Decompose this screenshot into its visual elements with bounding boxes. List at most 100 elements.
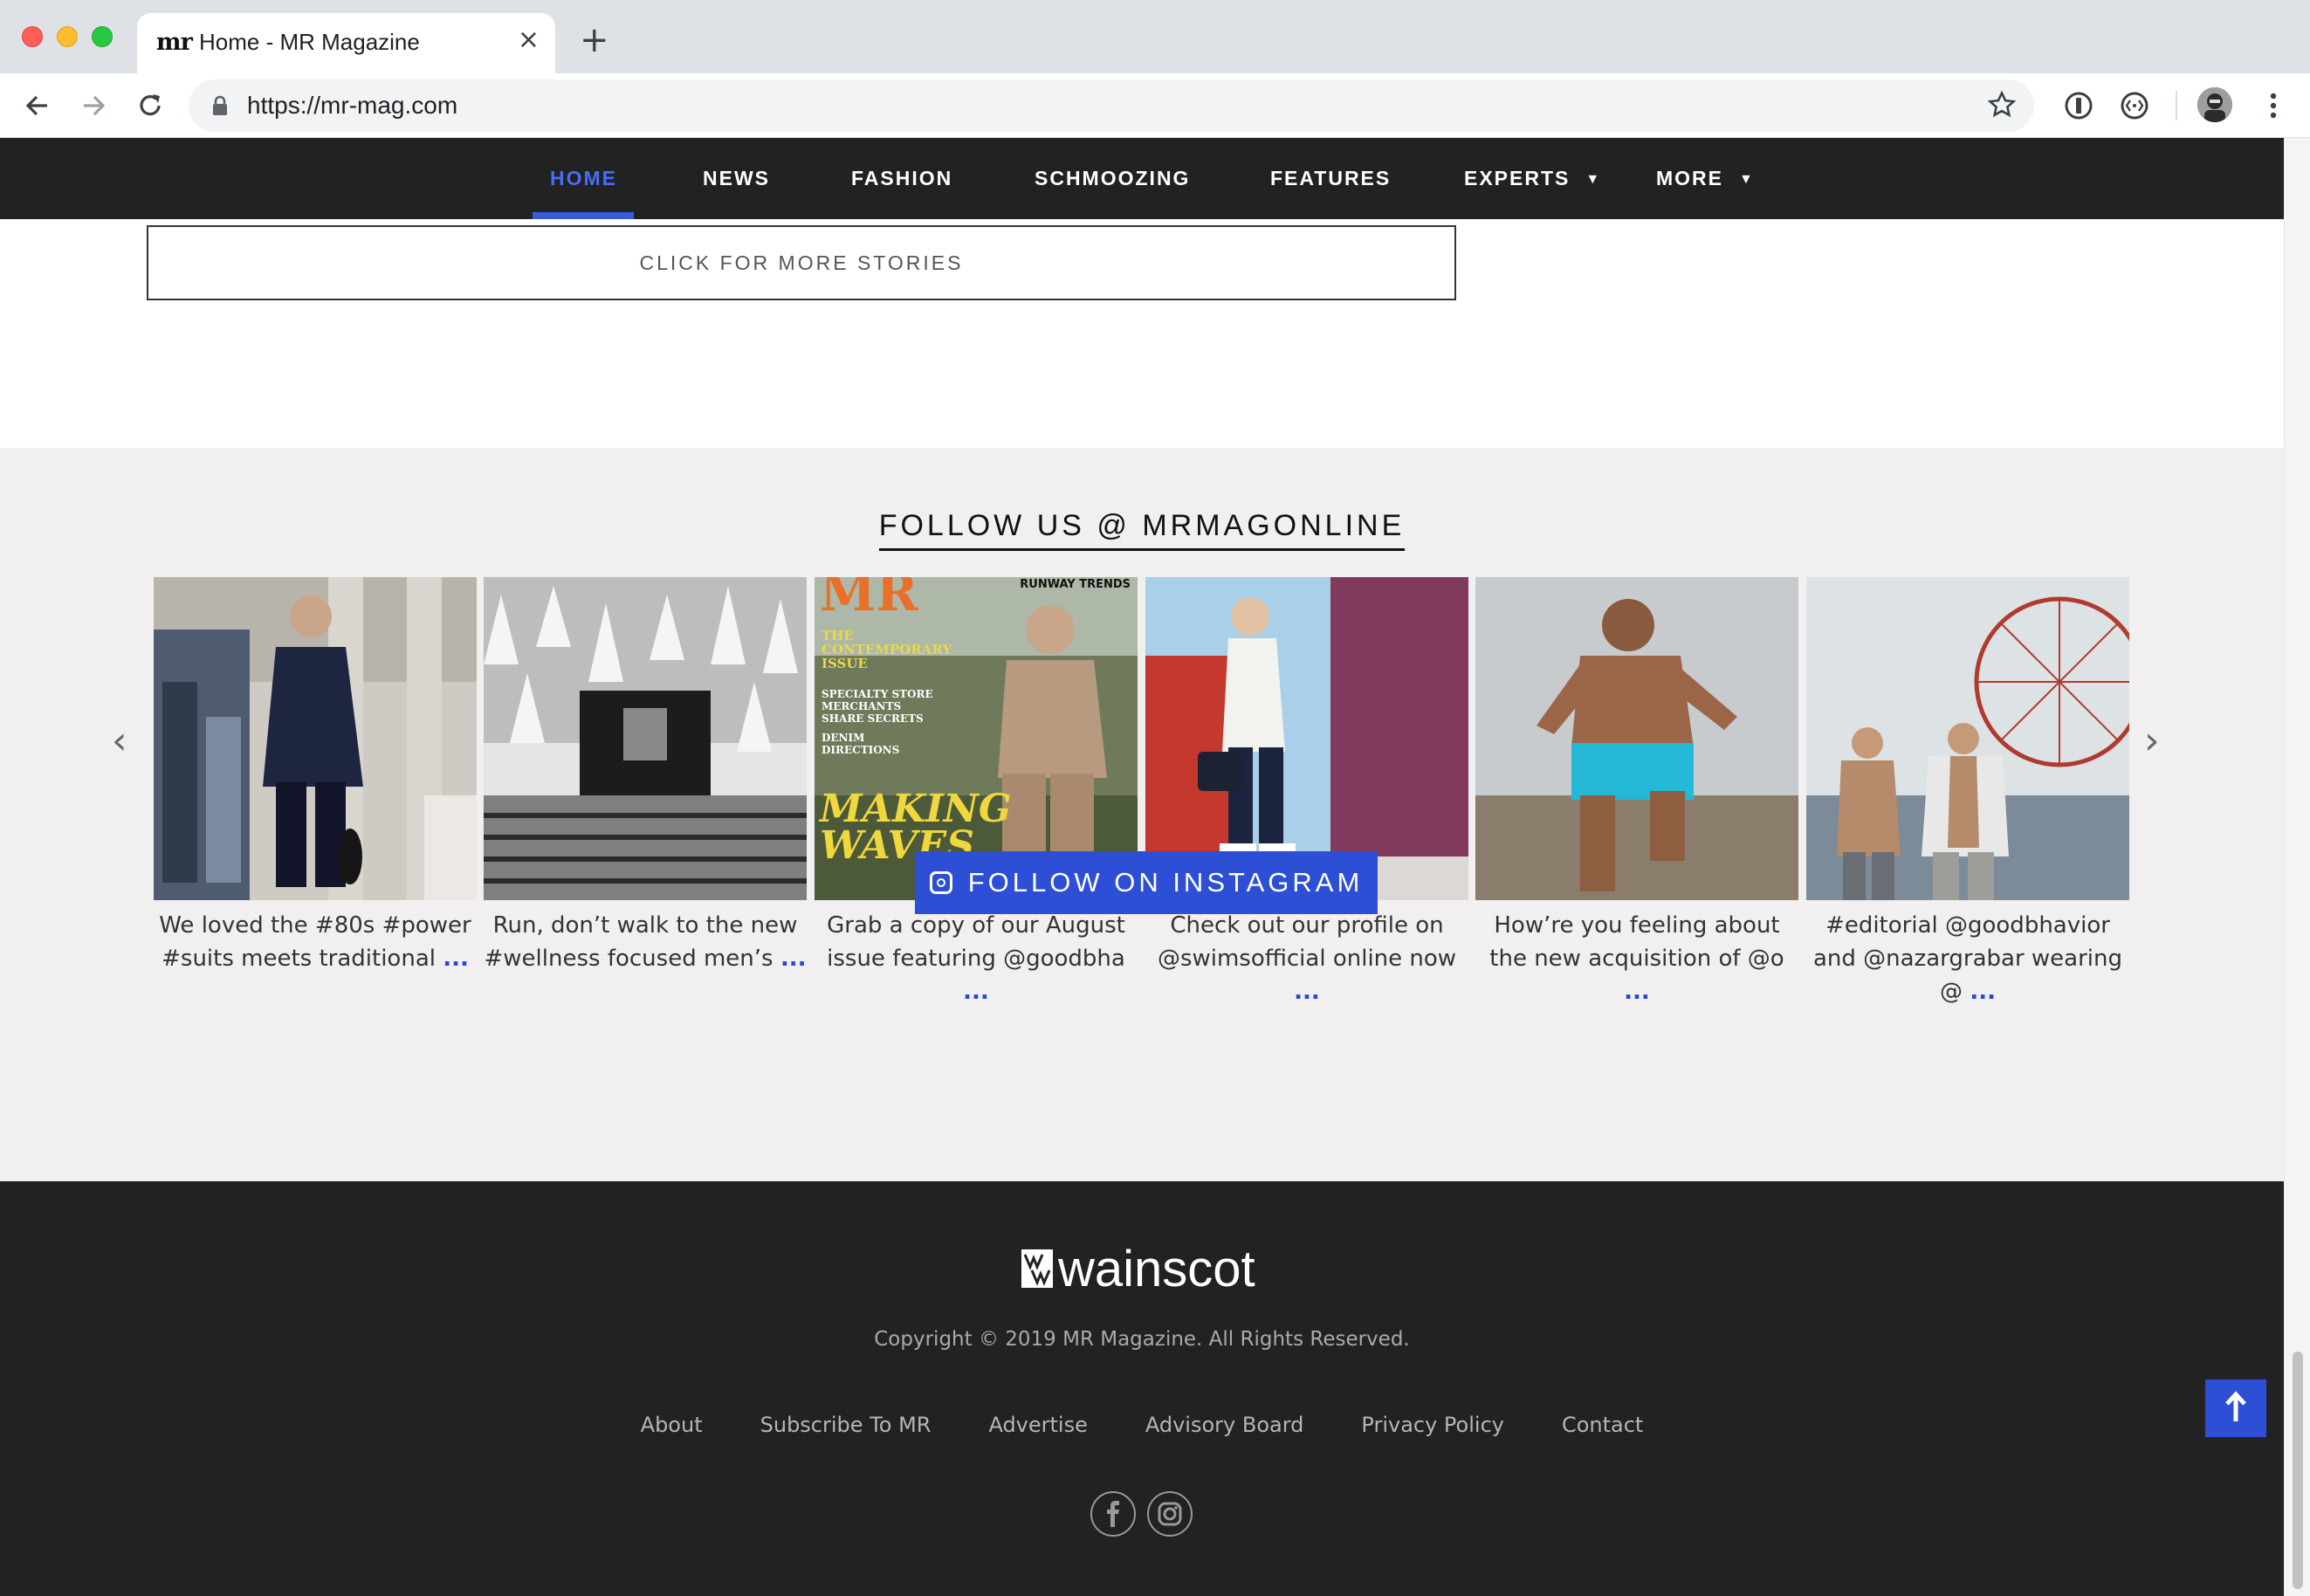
- instagram-post-image[interactable]: [154, 577, 477, 900]
- instagram-post-image[interactable]: [1475, 577, 1798, 900]
- address-bar[interactable]: https://mr-mag.com: [189, 79, 2034, 132]
- tab-title: Home - MR Magazine: [199, 29, 420, 55]
- back-to-top-button[interactable]: [2205, 1379, 2266, 1437]
- nav-news[interactable]: NEWS: [703, 167, 770, 190]
- password-manager-icon[interactable]: [2062, 89, 2095, 122]
- cover-line: DENIM: [822, 732, 864, 744]
- profile-avatar[interactable]: [2197, 87, 2232, 122]
- nav-schmoozing[interactable]: SCHMOOZING: [1035, 167, 1190, 190]
- store-interior-photo: [484, 577, 807, 900]
- instagram-link[interactable]: [1147, 1491, 1193, 1537]
- instagram-icon: [929, 871, 952, 894]
- window-minimize-button[interactable]: [57, 26, 78, 47]
- footer-link-advisory-board[interactable]: Advisory Board: [1145, 1413, 1304, 1437]
- caption-text: We loved the #80s #power #suits meets tr…: [159, 912, 471, 972]
- footer-link-advertise[interactable]: Advertise: [988, 1413, 1087, 1437]
- back-arrow-icon[interactable]: [21, 89, 54, 122]
- cover-line: SHARE SECRETS: [822, 712, 924, 725]
- cover-line: DIRECTIONS: [822, 744, 899, 756]
- instagram-post-image[interactable]: [1806, 577, 2129, 900]
- footer-link-contact[interactable]: Contact: [1562, 1413, 1643, 1437]
- instagram-post[interactable]: How’re you feeling about the new acquisi…: [1475, 577, 1798, 1008]
- chevron-down-icon: ▼: [1585, 172, 1602, 187]
- facebook-icon: [1107, 1501, 1119, 1527]
- toolbar-divider: [2176, 91, 2177, 120]
- instagram-post[interactable]: Check out our profile on @swimsofficial …: [1145, 577, 1468, 1008]
- site-nav: HOME NEWS FASHION SCHMOOZING FEATURES EX…: [0, 138, 2284, 219]
- nav-active-indicator: [533, 212, 634, 219]
- instagram-post-image[interactable]: [484, 577, 807, 900]
- lock-icon[interactable]: [211, 95, 229, 116]
- footer-links: About Subscribe To MR Advertise Advisory…: [0, 1413, 2284, 1437]
- browser-tabstrip: mr Home - MR Magazine × +: [0, 0, 2310, 73]
- tab-favicon-icon: mr: [156, 29, 193, 56]
- tab-close-icon[interactable]: ×: [518, 27, 540, 53]
- runway-photo: [154, 577, 477, 900]
- arrow-up-icon: [2225, 1391, 2246, 1421]
- site-footer: wainscot Copyright © 2019 MR Magazine. A…: [0, 1181, 2284, 1596]
- instagram-post[interactable]: We loved the #80s #power #suits meets tr…: [154, 577, 477, 975]
- browser-toolbar: https://mr-mag.com: [0, 73, 2310, 138]
- cover-line: SPECIALTY STORE: [822, 688, 933, 700]
- read-more-link[interactable]: ...: [963, 979, 989, 1005]
- url-text[interactable]: https://mr-mag.com: [247, 92, 457, 120]
- wainscot-logo-mark: [1021, 1249, 1053, 1288]
- page-scrollbar[interactable]: [2284, 138, 2310, 1596]
- read-more-link[interactable]: ...: [1624, 979, 1650, 1005]
- instagram-post-caption: We loved the #80s #power #suits meets tr…: [154, 909, 477, 975]
- forward-arrow-icon[interactable]: [77, 89, 110, 122]
- nav-features[interactable]: FEATURES: [1270, 167, 1391, 190]
- more-stories-button[interactable]: CLICK FOR MORE STORIES: [147, 225, 1456, 300]
- nav-fashion[interactable]: FASHION: [851, 167, 952, 190]
- cover-title: MR: [820, 577, 918, 623]
- instagram-post-caption: #editorial @goodbhavior and @nazargrabar…: [1806, 909, 2129, 1008]
- instagram-heading: FOLLOW US @ MRMAGONLINE: [0, 509, 2284, 551]
- caption-text: Check out our profile on @swimsofficial …: [1157, 912, 1457, 972]
- profile-avatar-icon: [2197, 87, 2232, 122]
- nav-home[interactable]: HOME: [550, 167, 617, 190]
- instagram-icon: [1158, 1502, 1182, 1526]
- caption-text: Grab a copy of our August issue featurin…: [827, 912, 1125, 972]
- instagram-post[interactable]: #editorial @goodbhavior and @nazargrabar…: [1806, 577, 2129, 1008]
- instagram-heading-text[interactable]: FOLLOW US @ MRMAGONLINE: [878, 509, 1406, 551]
- nav-experts-label: EXPERTS: [1464, 167, 1571, 189]
- read-more-link[interactable]: ...: [780, 946, 807, 972]
- instagram-post[interactable]: Run, don’t walk to the new #wellness foc…: [484, 577, 807, 975]
- read-more-link[interactable]: ...: [1294, 979, 1320, 1005]
- extension-icon[interactable]: [2118, 89, 2151, 122]
- new-tab-button[interactable]: +: [580, 23, 609, 58]
- follow-button-label: FOLLOW ON INSTAGRAM: [967, 867, 1364, 898]
- cover-line: MERCHANTS: [822, 700, 901, 712]
- read-more-link[interactable]: ...: [443, 946, 469, 972]
- facebook-link[interactable]: [1090, 1491, 1136, 1537]
- copyright-text: Copyright © 2019 MR Magazine. All Rights…: [874, 1328, 1410, 1351]
- footer-link-subscribe[interactable]: Subscribe To MR: [760, 1413, 932, 1437]
- cover-corner-text: RUNWAY TRENDS: [1020, 578, 1131, 591]
- carousel-next-icon[interactable]: ›: [2144, 719, 2160, 763]
- footer-link-privacy-policy[interactable]: Privacy Policy: [1361, 1413, 1504, 1437]
- browser-menu-icon[interactable]: [2257, 89, 2290, 122]
- nav-experts[interactable]: EXPERTS ▼: [1464, 167, 1601, 190]
- instagram-post[interactable]: MR RUNWAY TRENDS THE CONTEMPORARY ISSUE …: [815, 577, 1138, 1008]
- caption-text: #editorial @goodbhavior and @nazargrabar…: [1812, 912, 2122, 1005]
- page-viewport: HOME NEWS FASHION SCHMOOZING FEATURES EX…: [0, 138, 2284, 1596]
- caption-text: How’re you feeling about the new acquisi…: [1489, 912, 1784, 972]
- window-close-button[interactable]: [22, 26, 43, 47]
- chevron-down-icon: ▼: [1739, 172, 1755, 187]
- read-more-link[interactable]: ...: [1970, 979, 1996, 1005]
- bookmark-star-icon[interactable]: [1987, 90, 2017, 120]
- nav-more[interactable]: MORE ▼: [1656, 167, 1755, 190]
- logo-text: wainscot: [1058, 1241, 1255, 1297]
- instagram-post-caption: Grab a copy of our August issue featurin…: [815, 909, 1138, 1008]
- scrollbar-thumb[interactable]: [2293, 1352, 2303, 1589]
- carousel-prev-icon[interactable]: ‹: [112, 719, 127, 763]
- instagram-post-caption: Run, don’t walk to the new #wellness foc…: [484, 909, 807, 975]
- follow-on-instagram-button[interactable]: FOLLOW ON INSTAGRAM: [915, 851, 1378, 914]
- browser-tab[interactable]: mr Home - MR Magazine ×: [137, 13, 555, 73]
- footer-link-about[interactable]: About: [641, 1413, 703, 1437]
- window-zoom-button[interactable]: [92, 26, 113, 47]
- cover-line: ISSUE: [822, 656, 868, 671]
- reload-icon[interactable]: [134, 89, 167, 122]
- editorial-photo: [1806, 577, 2129, 900]
- instagram-post-caption: How’re you feeling about the new acquisi…: [1475, 909, 1798, 1008]
